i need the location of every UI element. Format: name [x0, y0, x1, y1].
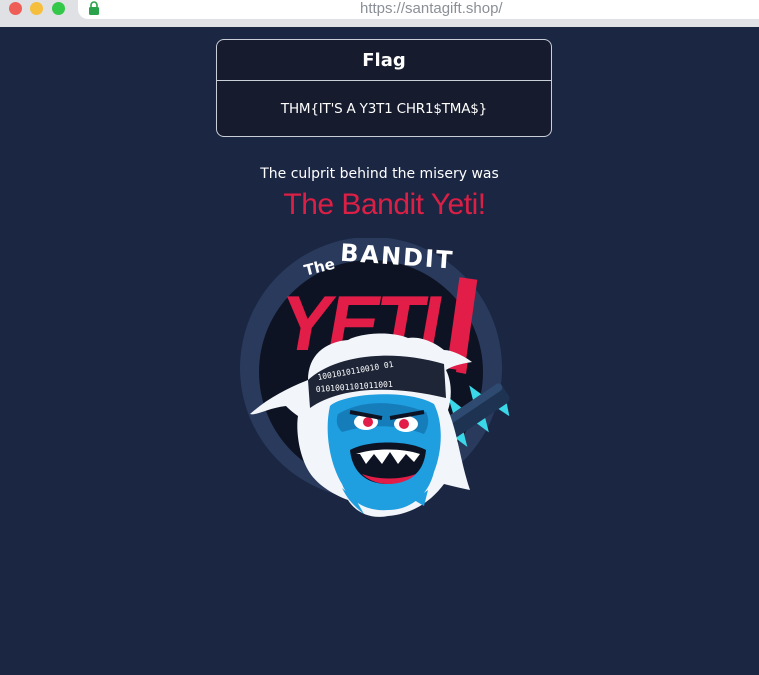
flag-card-body: THM{IT'S A Y3T1 CHR1$TMA$} — [217, 81, 551, 136]
bandit-yeti-logo: The BANDIT YETI 1001010110010 01 0101001… — [240, 238, 510, 517]
maximize-window-button[interactable] — [52, 2, 65, 15]
flag-card-header: Flag — [217, 40, 551, 81]
close-window-button[interactable] — [9, 2, 22, 15]
flag-card-title: Flag — [362, 49, 406, 71]
culprit-intro-text: The culprit behind the misery was — [260, 166, 499, 182]
address-url[interactable]: https://santagift.shop/ — [360, 0, 503, 18]
lock-icon — [89, 1, 99, 15]
flag-value: THM{IT'S A Y3T1 CHR1$TMA$} — [280, 101, 488, 117]
flag-card: Flag THM{IT'S A Y3T1 CHR1$TMA$} — [216, 39, 552, 137]
culprit-name: The Bandit Yeti! — [283, 188, 486, 221]
minimize-window-button[interactable] — [30, 2, 43, 15]
browser-toolbar: https://santagift.shop/ — [0, 0, 759, 27]
